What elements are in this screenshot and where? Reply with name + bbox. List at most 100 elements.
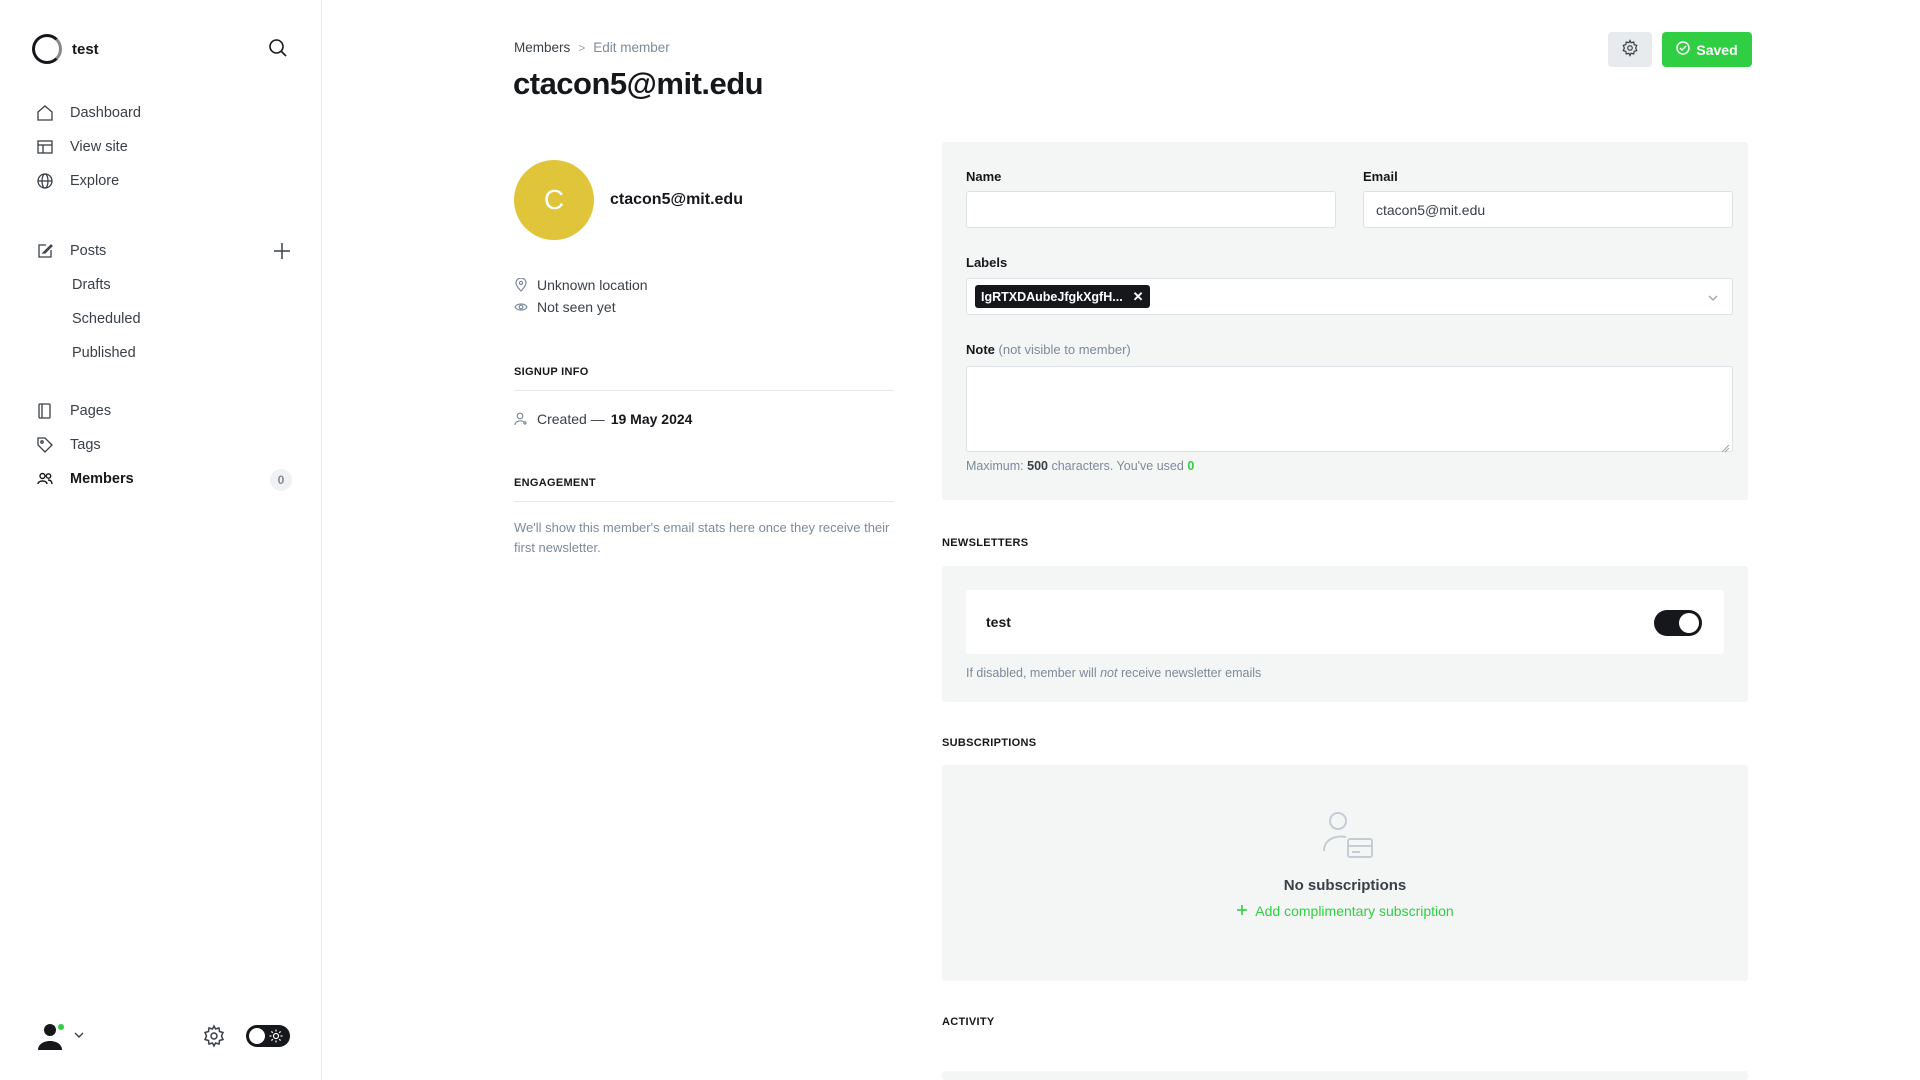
search-icon[interactable] (266, 36, 290, 60)
online-status-dot (56, 1022, 66, 1032)
breadcrumb-current: Edit member (593, 40, 670, 55)
user-add-icon (514, 412, 528, 426)
newsletter-subscription-toggle[interactable] (1654, 610, 1702, 636)
chevron-down-icon[interactable] (72, 1028, 86, 1042)
edit-icon (36, 242, 54, 260)
site-logo (32, 34, 62, 64)
nav-pages[interactable]: Pages (36, 394, 292, 428)
max-prefix: Maximum: (966, 459, 1024, 473)
nav-scheduled-label: Scheduled (72, 311, 141, 327)
nav-tags[interactable]: Tags (36, 428, 292, 462)
chevron-down-icon (1706, 291, 1720, 305)
gear-icon (1621, 39, 1639, 60)
check-circle-icon (1676, 41, 1691, 58)
page-title: ctacon5@mit.edu (513, 66, 764, 101)
newsletters-heading: Newsletters (942, 537, 1029, 549)
hint-before: If disabled, member will (966, 666, 1097, 680)
divider (514, 501, 894, 502)
globe-icon (36, 172, 54, 190)
nav-dashboard[interactable]: Dashboard (36, 96, 292, 130)
member-name: ctacon5@mit.edu (610, 191, 743, 208)
eye-icon (514, 300, 528, 314)
site-name: test (72, 40, 99, 58)
engagement-heading: Engagement (514, 477, 596, 489)
members-count-badge: 0 (270, 469, 292, 491)
subscriptions-panel: No subscriptions Add complimentary subsc… (942, 765, 1748, 981)
engagement-text: We'll show this member's email stats her… (514, 520, 890, 555)
note-label: Note (not visible to member) (966, 342, 1131, 357)
newsletters-panel: test If disabled, member will not receiv… (942, 566, 1748, 702)
nav-members-label: Members (70, 471, 134, 487)
new-post-plus-icon[interactable] (272, 241, 292, 261)
used-chars: 0 (1187, 459, 1195, 473)
label-chip-text: IgRTXDAubeJfgkXgfH... (981, 289, 1123, 304)
nav-drafts[interactable]: Drafts (36, 268, 292, 302)
sidebar: test Dashboard View site Explore Posts D… (0, 0, 322, 1080)
layout-icon (36, 138, 54, 156)
hint-emphasis: not (1100, 666, 1118, 680)
primary-nav: Dashboard View site Explore (36, 96, 292, 198)
plus-icon (1236, 903, 1248, 919)
created-date: 19 May 2024 (610, 411, 693, 427)
breadcrumb-members-link[interactable]: Members (514, 40, 570, 55)
note-visibility-hint: (not visible to member) (998, 342, 1131, 357)
settings-gear-icon[interactable] (202, 1024, 226, 1048)
location-pin-icon (514, 278, 528, 292)
label-chip: IgRTXDAubeJfgkXgfH... ✕ (975, 285, 1150, 308)
email-input[interactable] (1363, 191, 1733, 228)
last-seen-text: Not seen yet (537, 299, 616, 315)
note-character-count: Maximum: 500 characters. You've used 0 (966, 459, 1194, 473)
max-suffix: characters. You've used (1051, 459, 1184, 473)
newsletter-hint: If disabled, member will not receive new… (966, 666, 1261, 680)
newsletter-row: test (966, 590, 1724, 654)
nav-members[interactable]: Members 0 (36, 462, 292, 496)
remove-label-close-icon[interactable]: ✕ (1133, 289, 1144, 305)
nav-scheduled[interactable]: Scheduled (36, 302, 292, 336)
members-icon (36, 470, 54, 488)
toggle-knob (249, 1028, 265, 1044)
sidebar-footer (36, 1016, 290, 1056)
activity-panel (942, 1071, 1748, 1080)
nav-published[interactable]: Published (36, 336, 292, 370)
note-label-text: Note (966, 342, 995, 357)
nav-tags-label: Tags (70, 437, 101, 453)
add-subscription-label: Add complimentary subscription (1255, 903, 1454, 919)
nav-posts[interactable]: Posts (36, 234, 292, 268)
no-subscriptions-icon (1322, 811, 1374, 865)
created-prefix: Created — (537, 411, 605, 427)
dark-mode-toggle[interactable] (246, 1025, 290, 1047)
nav-explore[interactable]: Explore (36, 164, 292, 198)
breadcrumb: Members > Edit member (514, 40, 670, 55)
member-avatar: C (514, 160, 594, 240)
member-location: Unknown location (514, 277, 648, 293)
nav-pages-label: Pages (70, 403, 112, 419)
toggle-knob (1679, 613, 1699, 633)
name-label: Name (966, 169, 1002, 184)
subscriptions-heading: Subscriptions (942, 737, 1037, 749)
newsletter-name: test (986, 614, 1011, 630)
labels-select[interactable]: IgRTXDAubeJfgkXgfH... ✕ (966, 278, 1733, 315)
saved-label: Saved (1696, 41, 1738, 58)
user-avatar[interactable] (36, 1020, 66, 1052)
saved-button[interactable]: Saved (1662, 32, 1752, 67)
no-subscriptions-title: No subscriptions (1283, 877, 1407, 894)
home-icon (36, 104, 54, 122)
breadcrumb-separator: > (578, 40, 586, 55)
brand[interactable]: test (32, 34, 99, 64)
nav-published-label: Published (72, 345, 136, 361)
resize-handle-icon[interactable] (1721, 440, 1730, 453)
header-actions: Saved (1608, 32, 1752, 67)
content-nav: Posts Drafts Scheduled Published (36, 234, 292, 370)
location-text: Unknown location (537, 277, 648, 293)
member-settings-button[interactable] (1608, 32, 1652, 67)
name-input[interactable] (966, 191, 1336, 228)
max-chars: 500 (1027, 459, 1048, 473)
signup-created: Created — 19 May 2024 (514, 411, 692, 427)
signup-info-heading: Signup info (514, 366, 589, 378)
site-nav: Pages Tags Members 0 (36, 394, 292, 496)
nav-posts-label: Posts (70, 243, 107, 259)
note-textarea[interactable] (966, 366, 1733, 453)
add-complimentary-subscription-link[interactable]: Add complimentary subscription (942, 903, 1748, 919)
nav-view-site[interactable]: View site (36, 130, 292, 164)
activity-heading: Activity (942, 1016, 995, 1028)
